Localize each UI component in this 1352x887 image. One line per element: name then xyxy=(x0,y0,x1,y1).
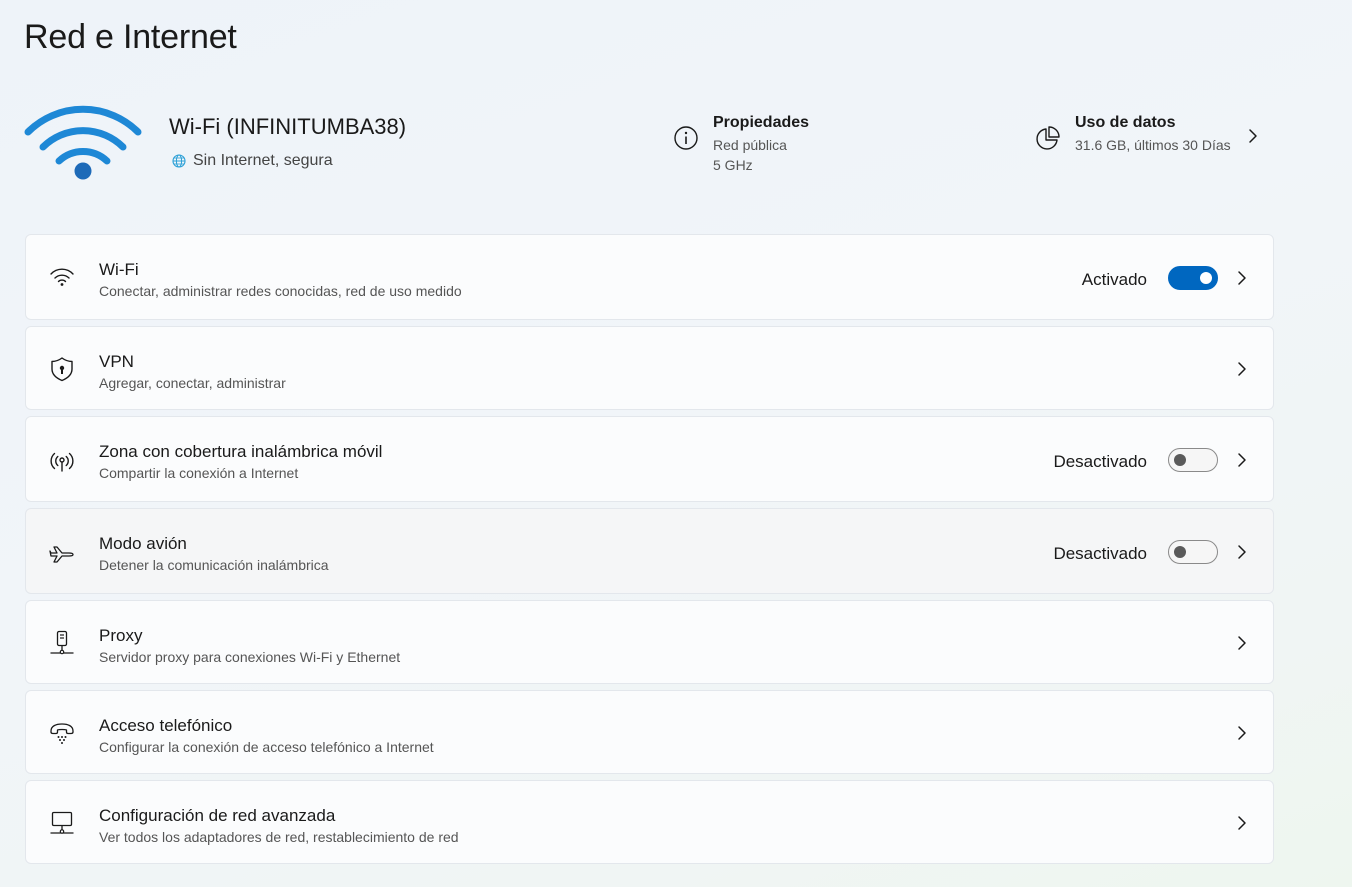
phone-icon xyxy=(50,723,74,744)
chevron-right-icon xyxy=(1238,453,1246,467)
row-subtitle: Ver todos los adaptadores de red, restab… xyxy=(99,829,459,845)
connection-status-text: Sin Internet, segura xyxy=(193,152,333,169)
chevron-right-icon xyxy=(1238,545,1246,559)
data-usage-summary: 31.6 GB, últimos 30 Días xyxy=(1075,137,1231,153)
row-title: Acceso telefónico xyxy=(99,716,233,735)
hotspot-toggle[interactable] xyxy=(1168,448,1218,472)
row-subtitle: Compartir la conexión a Internet xyxy=(99,465,299,481)
row-subtitle: Detener la comunicación inalámbrica xyxy=(99,557,329,573)
row-subtitle: Configurar la conexión de acceso telefón… xyxy=(99,739,434,755)
toggle-state-label: Desactivado xyxy=(1053,544,1147,563)
settings-row-vpn[interactable]: VPN Agregar, conectar, administrar xyxy=(25,326,1274,410)
row-title: Proxy xyxy=(99,626,143,645)
row-title: Configuración de red avanzada xyxy=(99,806,336,825)
data-usage-link[interactable]: Uso de datos 31.6 GB, últimos 30 Días xyxy=(1034,114,1231,152)
chevron-right-icon xyxy=(1238,726,1246,740)
data-usage-title: Uso de datos xyxy=(1075,114,1176,131)
properties-link[interactable]: Propiedades Red pública 5 GHz xyxy=(672,114,809,172)
wifi-large-icon xyxy=(24,105,142,180)
settings-row-proxy[interactable]: Proxy Servidor proxy para conexiones Wi-… xyxy=(25,600,1274,684)
pie-chart-icon xyxy=(1036,126,1060,150)
row-subtitle: Servidor proxy para conexiones Wi-Fi y E… xyxy=(99,649,401,665)
shield-icon xyxy=(51,357,73,382)
airplane-mode-toggle[interactable] xyxy=(1168,540,1218,564)
page-title: Red e Internet xyxy=(24,18,237,56)
row-title: Modo avión xyxy=(99,534,187,553)
info-icon xyxy=(674,126,698,150)
row-subtitle: Conectar, administrar redes conocidas, r… xyxy=(99,283,462,299)
wifi-icon xyxy=(50,268,74,286)
wifi-toggle[interactable] xyxy=(1168,266,1218,290)
globe-icon xyxy=(172,154,186,168)
row-title: VPN xyxy=(99,352,134,371)
chevron-right-icon xyxy=(1238,271,1246,285)
settings-row-airplane-mode[interactable]: Modo avión Detener la comunicación inalá… xyxy=(25,508,1274,594)
chevron-right-icon[interactable] xyxy=(1246,126,1260,146)
row-subtitle: Agregar, conectar, administrar xyxy=(99,375,286,391)
properties-title: Propiedades xyxy=(713,114,810,131)
chevron-right-icon xyxy=(1238,816,1246,830)
network-type: Red pública xyxy=(713,137,787,153)
chevron-right-icon xyxy=(1238,636,1246,650)
hotspot-icon xyxy=(50,452,74,472)
row-title: Wi-Fi xyxy=(99,260,139,279)
settings-row-wifi[interactable]: Wi-Fi Conectar, administrar redes conoci… xyxy=(25,234,1274,320)
network-pc-icon xyxy=(50,811,74,834)
connection-name: Wi-Fi (INFINITUMBA38) xyxy=(169,114,407,139)
settings-row-advanced-network[interactable]: Configuración de red avanzada Ver todos … xyxy=(25,780,1274,864)
toggle-state-label: Activado xyxy=(1081,270,1147,289)
connection-status: Sin Internet, segura xyxy=(172,152,333,170)
chevron-right-icon xyxy=(1238,362,1246,376)
row-title: Zona con cobertura inalámbrica móvil xyxy=(99,442,383,461)
connection-status-area: Wi-Fi (INFINITUMBA38) Sin Internet, segu… xyxy=(24,96,1274,196)
settings-row-dial-up[interactable]: Acceso telefónico Configurar la conexión… xyxy=(25,690,1274,774)
settings-row-hotspot[interactable]: Zona con cobertura inalámbrica móvil Com… xyxy=(25,416,1274,502)
network-band: 5 GHz xyxy=(713,157,753,173)
proxy-icon xyxy=(50,630,74,655)
toggle-state-label: Desactivado xyxy=(1053,452,1147,471)
airplane-icon xyxy=(49,546,74,563)
